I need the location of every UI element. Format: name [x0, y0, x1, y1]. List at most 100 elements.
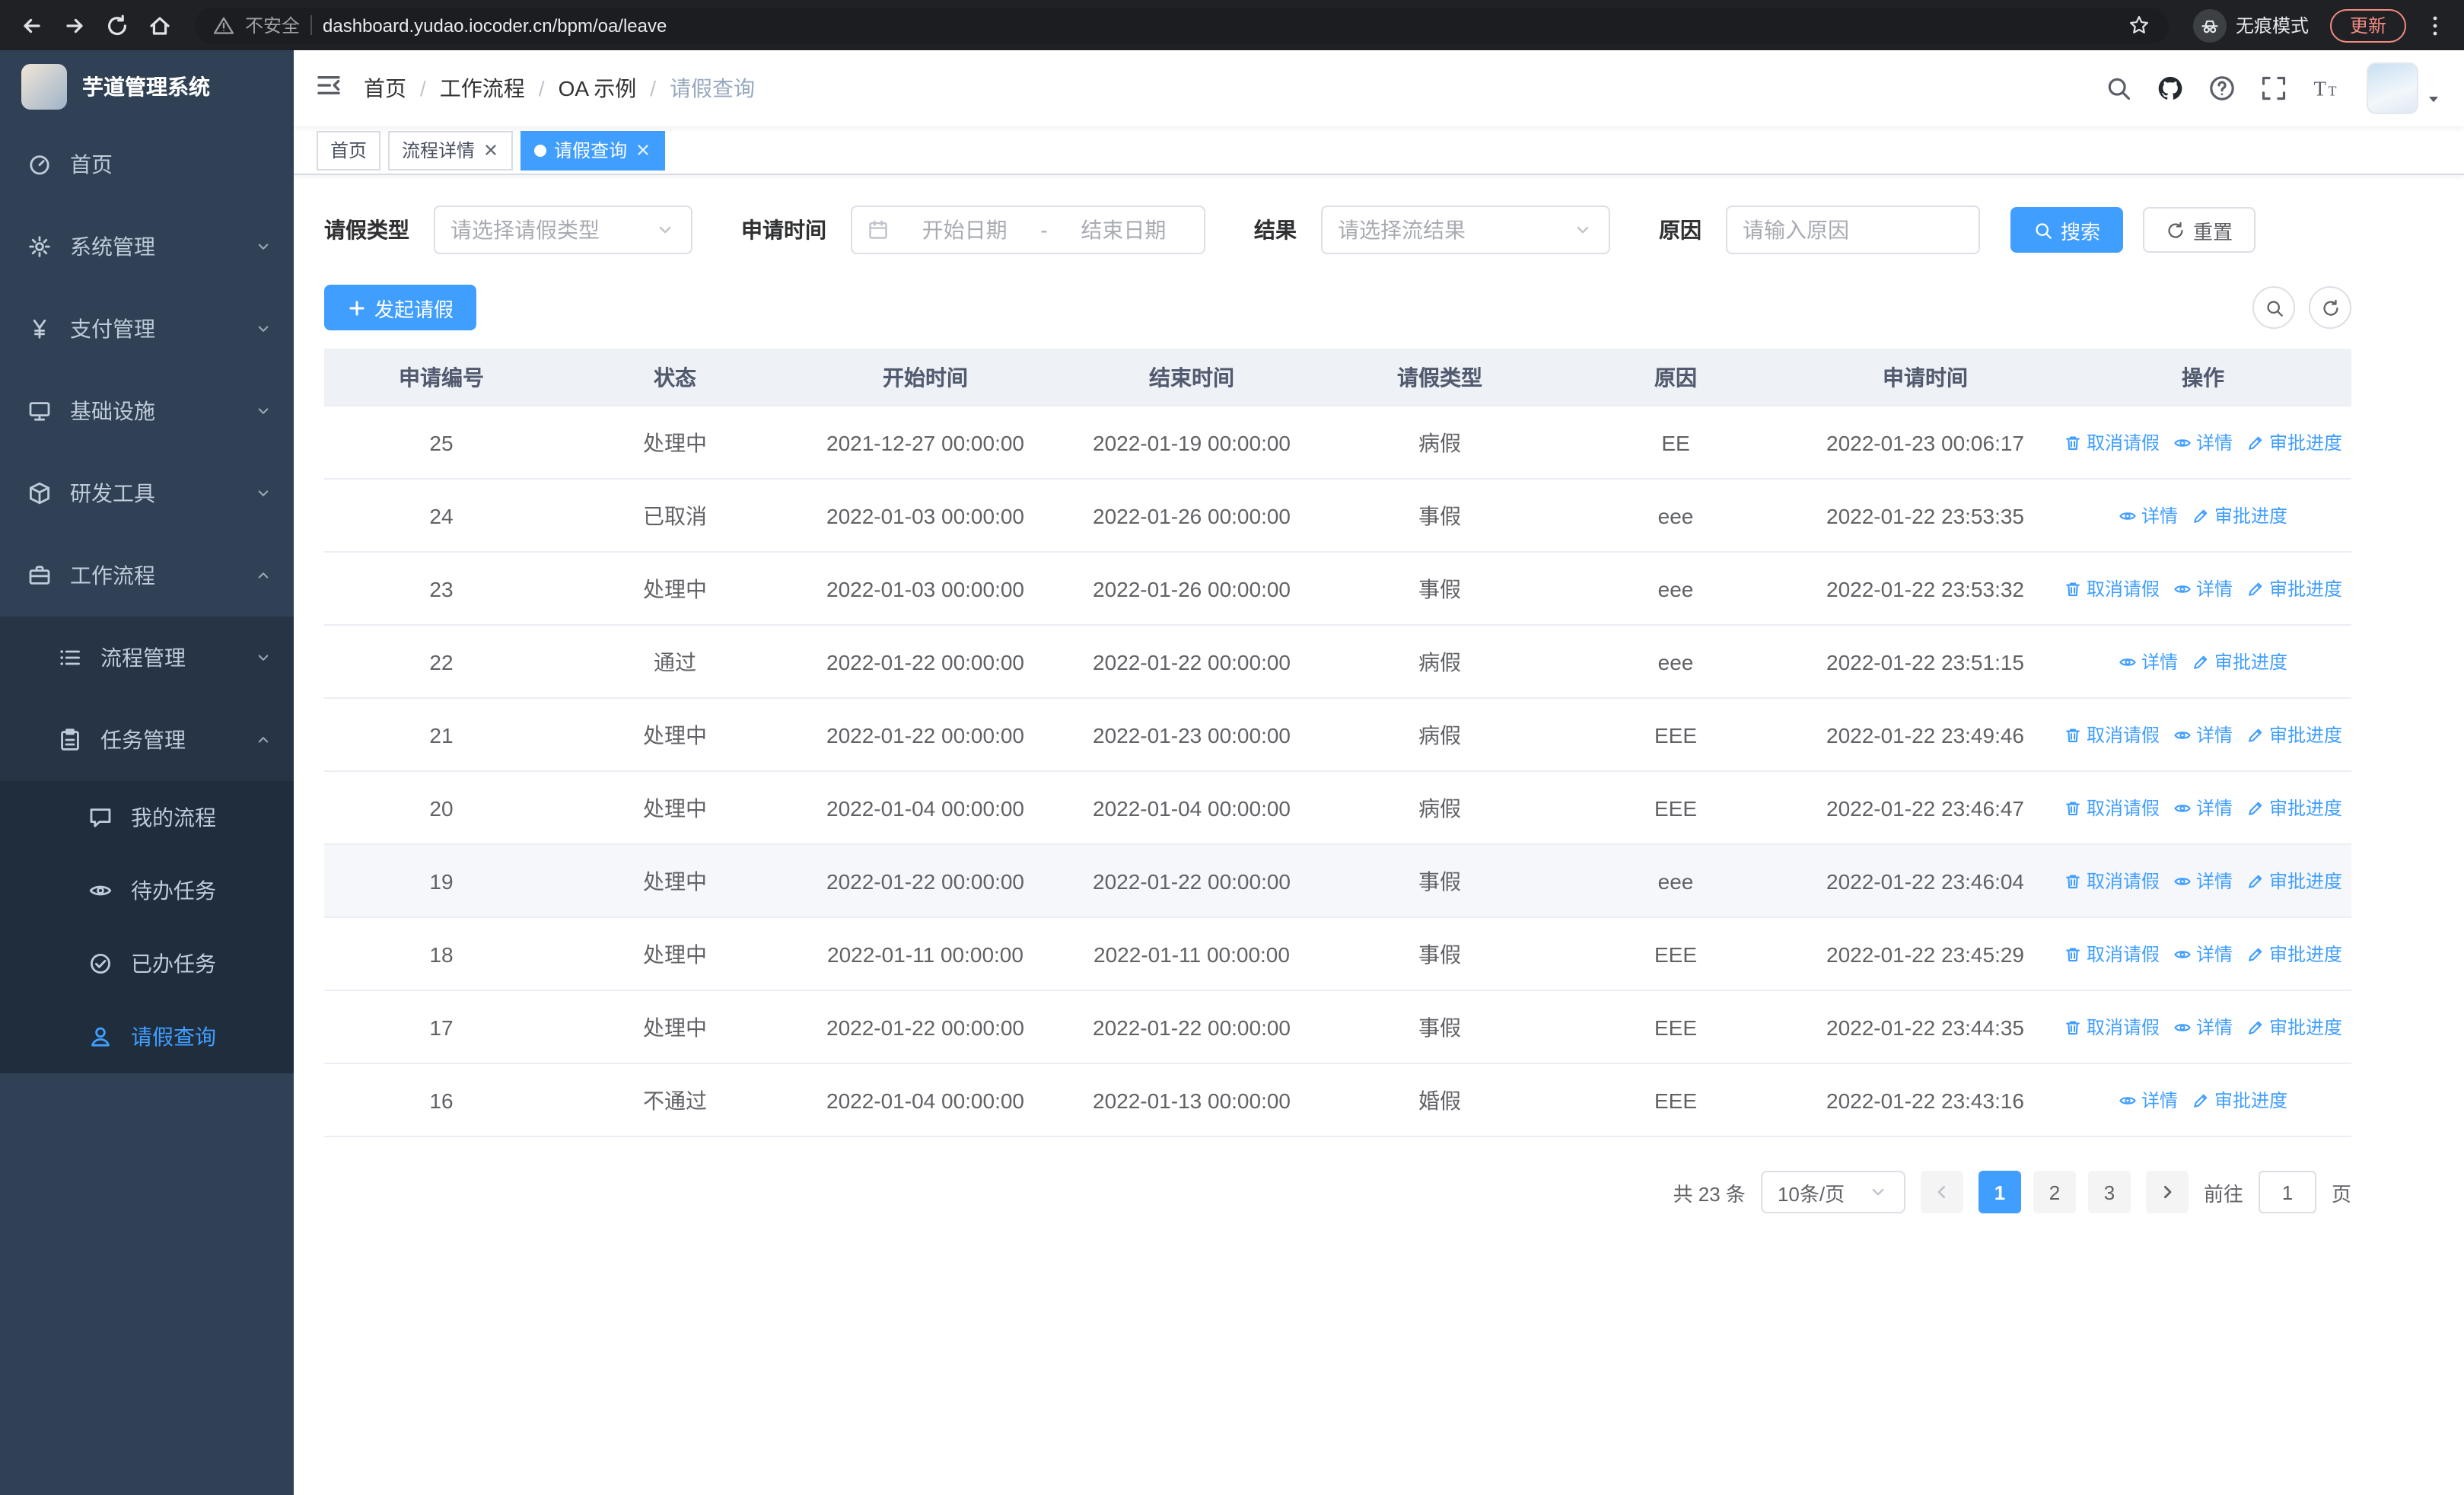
- browser-reload-button[interactable]: [97, 5, 137, 45]
- table-row[interactable]: 23 处理中 2022-01-03 00:00:00 2022-01-26 00:00…: [324, 553, 2351, 626]
- sidebar-item[interactable]: 任务管理: [0, 699, 294, 781]
- table-row[interactable]: 16 不通过 2022-01-04 00:00:00 2022-01-13 00:00…: [324, 1064, 2351, 1137]
- sidebar-item[interactable]: 支付管理: [0, 288, 294, 370]
- sidebar-logo[interactable]: 芋道管理系统: [0, 50, 294, 123]
- search-button[interactable]: [2252, 286, 2295, 329]
- approval-progress-link[interactable]: 审批进度: [2246, 722, 2342, 748]
- sidebar-item[interactable]: 研发工具: [0, 452, 294, 534]
- detail-link[interactable]: 详情: [2119, 1087, 2178, 1113]
- end-date-placeholder: 结束日期: [1081, 218, 1167, 242]
- detail-link[interactable]: 详情: [2173, 575, 2233, 601]
- url-text[interactable]: dashboard.yudao.iocoder.cn/bpm/oa/leave: [323, 14, 2117, 36]
- github-button[interactable]: [2144, 62, 2196, 114]
- approval-progress-link[interactable]: 审批进度: [2246, 868, 2342, 894]
- detail-link[interactable]: 详情: [2173, 1014, 2233, 1040]
- page-button[interactable]: 1: [1978, 1171, 2021, 1213]
- breadcrumb-item[interactable]: 工作流程: [440, 73, 525, 104]
- detail-link[interactable]: 详情: [2173, 941, 2233, 967]
- detail-link[interactable]: 详情: [2173, 795, 2233, 821]
- address-bar[interactable]: 不安全 dashboard.yudao.iocoder.cn/bpm/oa/le…: [195, 7, 2169, 43]
- fullscreen-button[interactable]: [2248, 62, 2300, 114]
- table-row[interactable]: 22 通过 2022-01-22 00:00:00 2022-01-22 00:00:…: [324, 626, 2351, 699]
- browser-home-button[interactable]: [140, 5, 180, 45]
- table-cell: 2022-01-26 00:00:00: [1093, 503, 1291, 528]
- trash-icon: [2064, 1018, 2082, 1036]
- sidebar-item[interactable]: 我的流程: [0, 781, 294, 854]
- sidebar-item[interactable]: 工作流程: [0, 534, 294, 617]
- cancel-leave-link[interactable]: 取消请假: [2064, 575, 2160, 601]
- table-row[interactable]: 25 处理中 2021-12-27 00:00:00 2022-01-19 00:00…: [324, 406, 2351, 480]
- cancel-leave-link[interactable]: 取消请假: [2064, 722, 2160, 748]
- apply-time-range-picker[interactable]: 开始日期 - 结束日期: [851, 206, 1205, 254]
- approval-progress-link[interactable]: 审批进度: [2246, 575, 2342, 601]
- avatar: [2367, 62, 2418, 114]
- font-size-button[interactable]: TT: [2300, 62, 2351, 114]
- sidebar-item[interactable]: 基础设施: [0, 370, 294, 452]
- goto-page-input[interactable]: [2258, 1171, 2316, 1213]
- detail-link[interactable]: 详情: [2173, 429, 2233, 455]
- reset-button[interactable]: 重置: [2143, 207, 2256, 253]
- page-button[interactable]: 3: [2087, 1171, 2131, 1213]
- next-page-button[interactable]: [2145, 1171, 2189, 1213]
- leave-type-select[interactable]: 请选择请假类型: [434, 206, 692, 254]
- detail-link[interactable]: 详情: [2173, 868, 2233, 894]
- reason-input[interactable]: [1726, 206, 1980, 254]
- cancel-leave-link[interactable]: 取消请假: [2064, 941, 2160, 967]
- approval-progress-link[interactable]: 审批进度: [2192, 1087, 2287, 1113]
- approval-progress-link[interactable]: 审批进度: [2246, 795, 2342, 821]
- help-button[interactable]: [2196, 62, 2248, 114]
- user-menu[interactable]: [2367, 62, 2443, 114]
- cancel-leave-link[interactable]: 取消请假: [2064, 868, 2160, 894]
- cancel-leave-link[interactable]: 取消请假: [2064, 1014, 2160, 1040]
- table-cell: eee: [1657, 869, 1694, 893]
- sidebar-item[interactable]: 首页: [0, 123, 294, 206]
- refresh-button[interactable]: [2309, 286, 2351, 329]
- browser-chrome: 不安全 dashboard.yudao.iocoder.cn/bpm/oa/le…: [0, 0, 2464, 50]
- table-row[interactable]: 17 处理中 2022-01-22 00:00:00 2022-01-22 00:00…: [324, 991, 2351, 1064]
- tab[interactable]: 请假查询: [520, 130, 666, 170]
- browser-forward-button[interactable]: [55, 5, 94, 45]
- action-label: 审批进度: [2214, 505, 2288, 527]
- search-button[interactable]: [2093, 62, 2144, 114]
- actions-cell: 详情 审批进度: [2055, 1064, 2351, 1136]
- tab[interactable]: 首页: [317, 130, 381, 170]
- approval-progress-link[interactable]: 审批进度: [2192, 649, 2287, 674]
- detail-link[interactable]: 详情: [2173, 722, 2233, 748]
- table-row[interactable]: 19 处理中 2022-01-22 00:00:00 2022-01-22 00:00…: [324, 845, 2351, 918]
- detail-link[interactable]: 详情: [2119, 502, 2178, 528]
- sidebar-item[interactable]: 已办任务: [0, 927, 294, 1000]
- prev-page-button[interactable]: [1920, 1171, 1963, 1213]
- approval-progress-link[interactable]: 审批进度: [2246, 429, 2342, 455]
- table-row[interactable]: 18 处理中 2022-01-11 00:00:00 2022-01-11 00:00…: [324, 918, 2351, 991]
- update-button[interactable]: 更新: [2329, 8, 2406, 42]
- search-button[interactable]: 搜索: [2010, 207, 2124, 253]
- table-cell: 处理中: [643, 722, 707, 747]
- approval-progress-link[interactable]: 审批进度: [2192, 502, 2287, 528]
- result-select[interactable]: 请选择流结果: [1321, 206, 1610, 254]
- detail-link[interactable]: 详情: [2119, 649, 2178, 674]
- sidebar-item[interactable]: 请假查询: [0, 1000, 294, 1073]
- sidebar-item[interactable]: 流程管理: [0, 617, 294, 699]
- tab[interactable]: 流程详情: [388, 130, 514, 170]
- breadcrumb-item[interactable]: OA 示例: [559, 73, 637, 104]
- sidebar-item[interactable]: 系统管理: [0, 206, 294, 288]
- sidebar-toggle-button[interactable]: [294, 71, 364, 106]
- bookmark-star-icon[interactable]: [2128, 14, 2150, 37]
- sidebar-item[interactable]: 待办任务: [0, 854, 294, 927]
- table-row[interactable]: 20 处理中 2022-01-04 00:00:00 2022-01-04 00:00…: [324, 772, 2351, 845]
- breadcrumb-item[interactable]: 首页: [364, 73, 406, 104]
- browser-menu-button[interactable]: [2418, 8, 2452, 42]
- action-label: 审批进度: [2269, 871, 2343, 892]
- create-leave-button[interactable]: 发起请假: [324, 285, 477, 330]
- page-size-select[interactable]: 10条/页: [1760, 1171, 1905, 1213]
- svg-text:T: T: [2314, 77, 2327, 100]
- table-row[interactable]: 24 已取消 2022-01-03 00:00:00 2022-01-26 00:00…: [324, 480, 2351, 553]
- approval-progress-link[interactable]: 审批进度: [2246, 941, 2342, 967]
- page-button[interactable]: 2: [2033, 1171, 2076, 1213]
- cancel-leave-link[interactable]: 取消请假: [2064, 795, 2160, 821]
- security-label[interactable]: 不安全: [245, 12, 300, 38]
- cancel-leave-link[interactable]: 取消请假: [2064, 429, 2160, 455]
- table-row[interactable]: 21 处理中 2022-01-22 00:00:00 2022-01-23 00:00…: [324, 699, 2351, 772]
- approval-progress-link[interactable]: 审批进度: [2246, 1014, 2342, 1040]
- browser-back-button[interactable]: [12, 5, 52, 45]
